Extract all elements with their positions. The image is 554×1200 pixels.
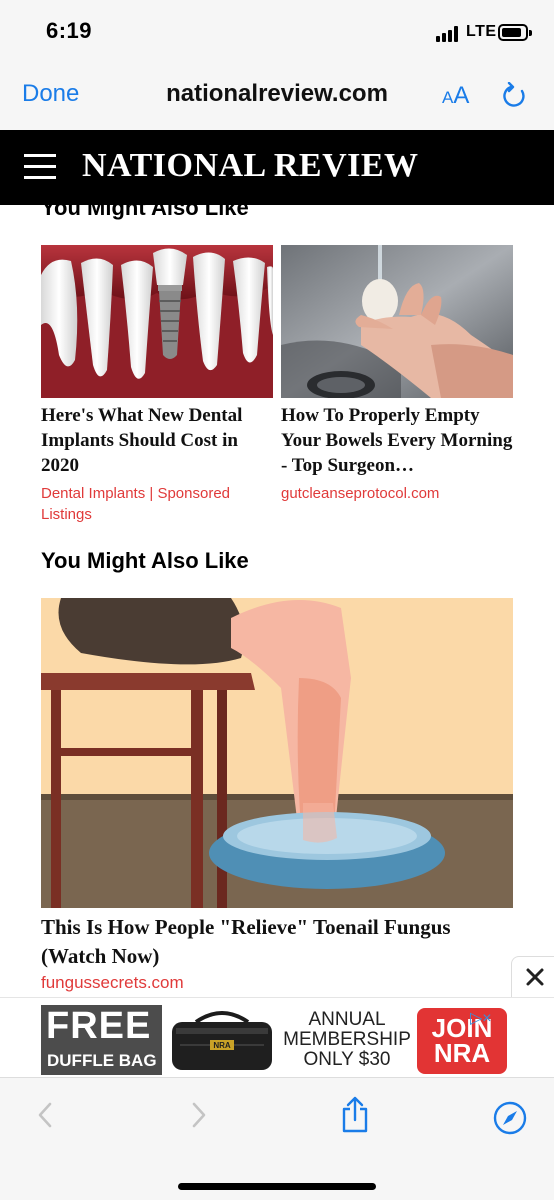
site-brand[interactable]: NATIONAL REVIEW <box>82 147 419 185</box>
network-label: LTE <box>466 23 497 40</box>
text-size-small-label: A <box>442 88 454 107</box>
ad-line-2: MEMBERSHIP <box>283 1029 411 1050</box>
close-icon <box>526 968 544 986</box>
nra-ad-banner[interactable]: FREE DUFFLE BAG NRA ANNUAL MEMBERSHIP ON… <box>0 997 554 1077</box>
recommended-card-feature[interactable]: This Is How People "Relieve" Toenail Fun… <box>41 598 513 993</box>
foot-soak-illustration[interactable] <box>41 598 513 908</box>
hands-egg-image[interactable] <box>281 245 513 398</box>
browser-nav-bar: nationalreview.com Done AA <box>0 64 554 130</box>
home-indicator <box>178 1183 376 1190</box>
ad-free-text: FREE <box>46 1005 152 1047</box>
bag-logo-text: NRA <box>213 1041 231 1050</box>
close-ad-button[interactable] <box>511 956 554 998</box>
ad-line-3: ONLY $30 <box>303 1049 391 1070</box>
card-source[interactable]: Dental Implants | Sponsored Listings <box>41 483 273 525</box>
reload-icon[interactable] <box>502 82 528 110</box>
compass-icon[interactable] <box>492 1100 528 1136</box>
status-time: 6:19 <box>46 18 93 43</box>
back-icon[interactable] <box>34 1100 56 1130</box>
signal-icon <box>436 26 462 42</box>
ad-line-1: ANNUAL <box>308 1009 386 1030</box>
dental-implant-image[interactable] <box>41 245 273 398</box>
ad-duffle-text: DUFFLE BAG <box>47 1051 157 1070</box>
site-header: NATIONAL REVIEW <box>0 130 554 205</box>
browser-toolbar <box>0 1077 554 1200</box>
card-title[interactable]: Here's What New Dental Implants Should C… <box>41 403 273 478</box>
nra-text: NRA <box>433 1038 491 1068</box>
feature-source[interactable]: fungussecrets.com <box>41 973 513 993</box>
duffle-bag-image: NRA <box>172 1011 272 1070</box>
ad-membership-text: ANNUAL MEMBERSHIP ONLY $30 <box>280 1010 414 1070</box>
recommended-card-bowels[interactable]: How To Properly Empty Your Bowels Every … <box>281 245 513 504</box>
section-title-top: You Might Also Like <box>41 205 249 220</box>
done-button[interactable]: Done <box>22 80 79 108</box>
menu-icon[interactable] <box>24 154 58 184</box>
section-title: You Might Also Like <box>41 548 249 573</box>
forward-icon[interactable] <box>188 1100 210 1130</box>
text-size-button[interactable]: AA <box>442 82 469 110</box>
card-source[interactable]: gutcleanseprotocol.com <box>281 483 513 504</box>
share-icon[interactable] <box>340 1096 370 1134</box>
card-title[interactable]: How To Properly Empty Your Bowels Every … <box>281 403 513 478</box>
text-size-large-label: A <box>453 82 470 109</box>
feature-title[interactable]: This Is How People "Relieve" Toenail Fun… <box>41 913 513 971</box>
url-bar[interactable]: nationalreview.com <box>0 80 554 108</box>
battery-icon <box>498 24 532 41</box>
browser-top-chrome: 6:19 LTE nationalreview.com Done AA <box>0 0 554 130</box>
ad-free-block: FREE DUFFLE BAG <box>41 1005 162 1075</box>
join-nra-button[interactable]: JOIN NRA <box>417 1008 507 1074</box>
page-content: You Might Also Like Here's What New Dent… <box>0 205 554 1077</box>
recommended-card-dental[interactable]: Here's What New Dental Implants Should C… <box>41 245 273 525</box>
status-bar: 6:19 LTE <box>0 0 554 64</box>
adchoices-icon[interactable]: ▷× <box>470 1008 492 1028</box>
